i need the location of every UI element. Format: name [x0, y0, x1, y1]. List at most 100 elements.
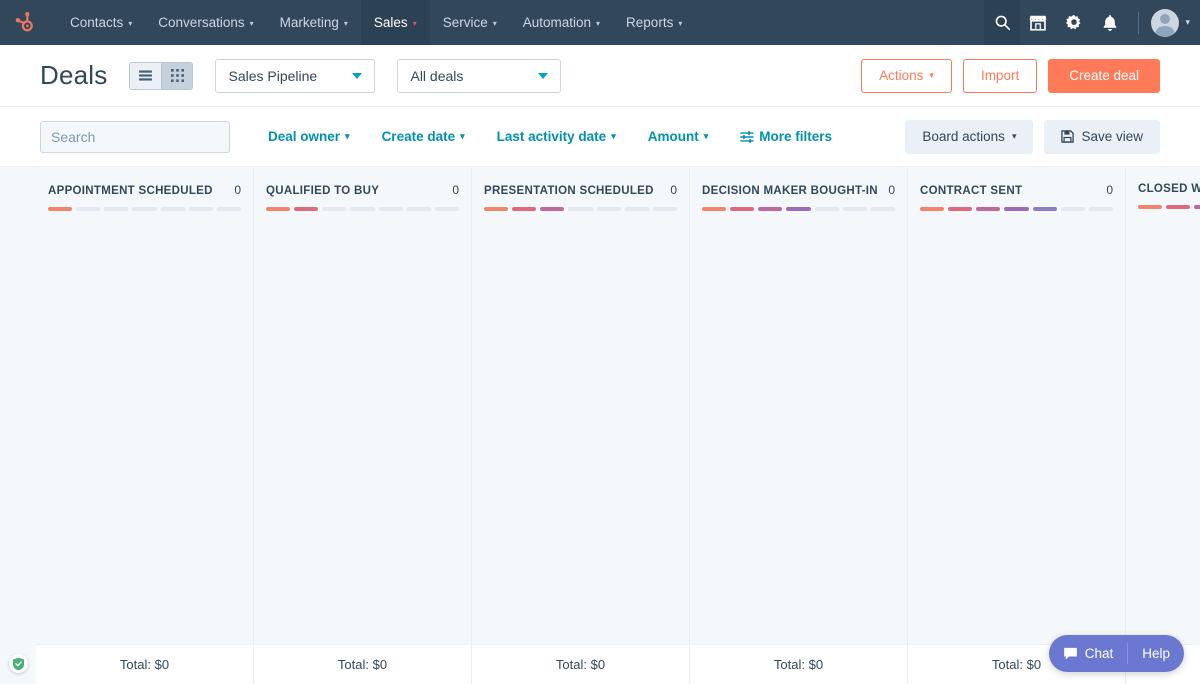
chevron-down-icon: ▾ [249, 18, 254, 28]
stage-progress-bar [702, 207, 895, 211]
user-account-menu[interactable]: ▾ [1149, 8, 1190, 37]
page-header: Deals Sales Pipeline All deals Actions ▾… [0, 45, 1200, 107]
filter-bar: Deal owner ▾ Create date ▾ Last activity… [0, 107, 1200, 167]
stage-progress-segment [406, 207, 431, 211]
pipeline-select[interactable]: Sales Pipeline [215, 58, 376, 93]
board-column-qualified-to-buy[interactable]: QUALIFIED TO BUY 0 Total: $0 [254, 167, 472, 684]
board-column-contract-sent[interactable]: CONTRACT SENT 0 Total: $0 [908, 167, 1126, 684]
column-dropzone[interactable] [254, 219, 471, 644]
chevron-down-icon: ▾ [611, 131, 616, 141]
settings-gear-icon[interactable] [1056, 0, 1092, 45]
column-header: APPOINTMENT SCHEDULED 0 [36, 167, 253, 219]
chat-button[interactable]: Chat [1049, 646, 1128, 661]
hubspot-logo[interactable] [0, 0, 45, 45]
filter-deal-owner[interactable]: Deal owner ▾ [252, 129, 366, 144]
board-column-appointment-scheduled[interactable]: APPOINTMENT SCHEDULED 0 Total: $0 [36, 167, 254, 684]
stage-progress-segment [266, 207, 291, 211]
stage-progress-segment [786, 207, 811, 211]
column-count: 0 [452, 183, 459, 197]
nav-item-contacts[interactable]: Contacts ▾ [57, 0, 145, 45]
stage-progress-segment [624, 207, 649, 211]
board-column-presentation-scheduled[interactable]: PRESENTATION SCHEDULED 0 Total: $0 [472, 167, 690, 684]
filter-links: Deal owner ▾ Create date ▾ Last activity… [252, 129, 848, 144]
nav-item-marketing[interactable]: Marketing ▾ [267, 0, 361, 45]
chat-bubble-icon [1063, 647, 1077, 660]
hubspot-sprocket-icon [15, 12, 33, 32]
nav-divider [1138, 11, 1140, 34]
chevron-down-icon: ▾ [128, 18, 133, 28]
chevron-down-icon: ▾ [929, 70, 934, 80]
filter-label: Create date [381, 129, 456, 144]
nav-item-label: Conversations [158, 15, 245, 30]
nav-item-service[interactable]: Service ▾ [430, 0, 510, 45]
chevron-down-icon: ▾ [1011, 131, 1017, 141]
column-dropzone[interactable] [472, 219, 689, 644]
deal-view-select[interactable]: All deals [397, 58, 562, 93]
stage-progress-bar [266, 207, 459, 211]
stage-progress-segment [702, 207, 727, 211]
hubspot-deals-board-page: Contacts ▾ Conversations ▾ Marketing ▾ S… [0, 0, 1200, 684]
nav-item-reports[interactable]: Reports ▾ [613, 0, 695, 45]
import-button[interactable]: Import [962, 58, 1038, 93]
column-title: DECISION MAKER BOUGHT-IN [702, 185, 878, 197]
save-view-button[interactable]: Save view [1044, 119, 1160, 154]
shield-check-icon [12, 657, 25, 670]
stage-progress-bar [920, 207, 1113, 211]
search-icon[interactable] [984, 0, 1021, 45]
stage-progress-segment [1032, 207, 1057, 211]
stage-progress-segment [160, 207, 185, 211]
create-deal-button-label: Create deal [1069, 68, 1139, 83]
filter-sliders-icon [740, 130, 754, 143]
create-deal-button[interactable]: Create deal [1048, 58, 1160, 93]
stage-progress-segment [842, 207, 867, 211]
board-column-decision-maker-bought-in[interactable]: DECISION MAKER BOUGHT-IN 0 Total: $0 [690, 167, 908, 684]
filter-create-date[interactable]: Create date ▾ [366, 129, 481, 144]
nav-item-conversations[interactable]: Conversations ▾ [145, 0, 266, 45]
chevron-down-icon [352, 72, 363, 79]
filter-label: Amount [647, 129, 699, 144]
stage-progress-segment [814, 207, 839, 211]
nav-item-sales[interactable]: Sales ▾ [360, 0, 430, 45]
column-dropzone[interactable] [36, 219, 253, 644]
pipeline-select-value: Sales Pipeline [228, 67, 318, 84]
nav-right-icons: ▾ [984, 0, 1200, 45]
list-view-button[interactable] [130, 62, 162, 89]
stage-progress-segment [378, 207, 403, 211]
board-view-button[interactable] [161, 62, 193, 89]
avatar [1151, 8, 1180, 37]
browser-extension-badge[interactable] [9, 654, 28, 673]
help-button[interactable]: Help [1128, 646, 1184, 661]
column-title: APPOINTMENT SCHEDULED [48, 185, 213, 197]
board-actions-button[interactable]: Board actions ▾ [905, 119, 1034, 154]
more-filters-button[interactable]: More filters [724, 129, 848, 144]
stage-progress-bar [1138, 205, 1200, 209]
board-actions-label: Board actions [922, 129, 1005, 144]
nav-item-automation[interactable]: Automation ▾ [510, 0, 613, 45]
column-header: DECISION MAKER BOUGHT-IN 0 [690, 167, 907, 219]
column-total: Total: $0 [254, 644, 471, 684]
column-title: CLOSED WON [1138, 183, 1200, 195]
board-column-closed-won[interactable]: CLOSED WON [1126, 167, 1200, 684]
marketplace-icon[interactable] [1020, 0, 1056, 45]
chevron-down-icon: ▾ [343, 18, 348, 28]
stage-progress-segment [48, 207, 73, 211]
search-box[interactable] [40, 120, 232, 153]
notifications-bell-icon[interactable] [1092, 0, 1128, 45]
column-dropzone[interactable] [690, 219, 907, 644]
column-dropzone[interactable] [1126, 219, 1200, 644]
filter-last-activity-date[interactable]: Last activity date ▾ [481, 129, 632, 144]
column-title: CONTRACT SENT [920, 185, 1023, 197]
actions-button[interactable]: Actions ▾ [861, 58, 952, 93]
stage-progress-segment [976, 207, 1001, 211]
column-count: 0 [888, 183, 895, 197]
deal-view-select-value: All deals [410, 67, 464, 84]
search-input[interactable] [51, 128, 232, 145]
filter-amount[interactable]: Amount ▾ [632, 129, 725, 144]
stage-progress-segment [920, 207, 945, 211]
column-dropzone[interactable] [908, 219, 1125, 644]
chevron-down-icon: ▾ [1185, 17, 1190, 27]
column-header: CONTRACT SENT 0 [908, 167, 1125, 219]
stage-progress-segment [188, 207, 213, 211]
main-nav-items: Contacts ▾ Conversations ▾ Marketing ▾ S… [57, 0, 695, 45]
stage-progress-segment [216, 207, 241, 211]
